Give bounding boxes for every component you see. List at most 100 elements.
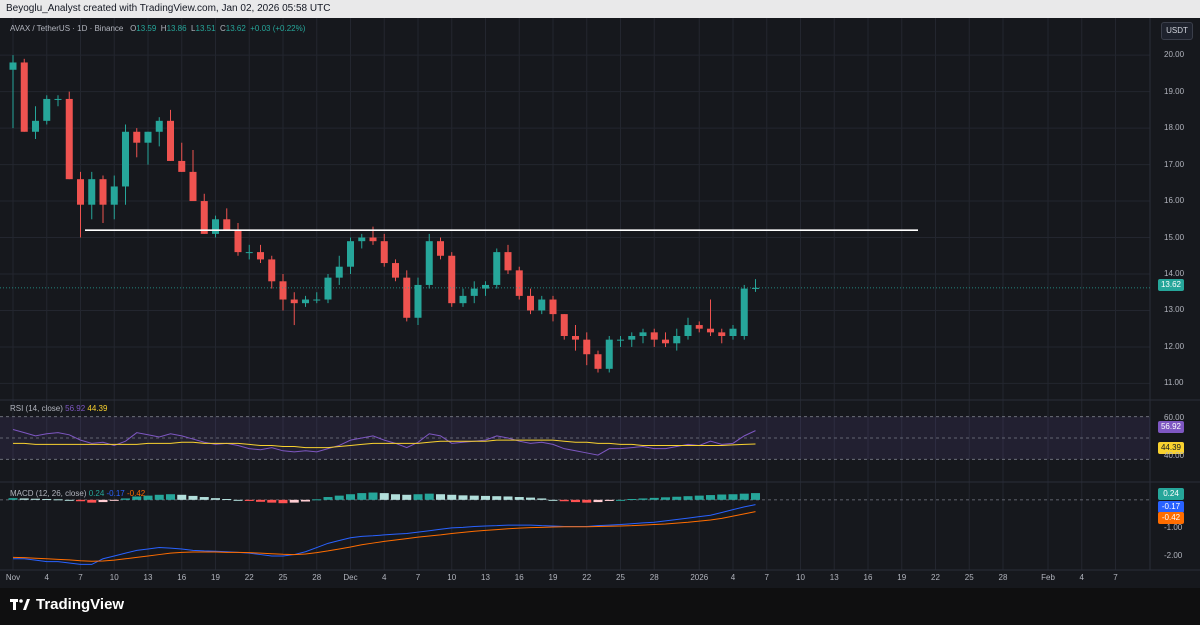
time-tick-label: 10 [447,573,457,582]
candle-bearish [99,179,107,205]
candle-bearish [515,270,523,296]
macd-histogram-bar [188,495,198,500]
price-tick-label: 18.00 [1164,123,1185,133]
price-tick-label: 17.00 [1164,159,1185,169]
candle-bullish [414,284,422,318]
candle-bullish [605,339,613,369]
candle-bearish [650,332,658,340]
macd-histogram-bar [503,496,513,500]
candle-bearish [65,98,73,180]
macd-hist-tag: 0.24 [1158,488,1184,500]
macd-histogram-bar [481,495,490,500]
macd-axis-minus1: -1.00 [1164,523,1183,532]
macd-histogram-bar [627,498,637,500]
candle-bearish [594,354,602,369]
candle-bearish [133,131,141,143]
time-tick-label: 25 [964,573,974,582]
rsi-value: 56.92 [65,404,86,413]
candle-bearish [392,263,399,278]
macd-histogram-bar [548,499,558,501]
last-price-tag: 13.62 [1158,279,1184,291]
macd-histogram-bar [402,494,412,500]
macd-histogram-bar [638,498,648,500]
candle-bullish [729,328,737,336]
candle-bearish [268,259,276,282]
macd-histogram-bar [728,494,738,500]
candle-bearish [504,252,512,271]
candle-bearish [279,281,287,300]
rsi-axis-40: 40.00 [1164,451,1185,460]
candle-bearish [583,339,591,355]
currency-button[interactable]: USDT [1161,22,1193,40]
macd-histogram-bar [672,496,682,500]
candle-bullish [740,288,748,336]
macd-histogram-bar [256,499,265,502]
candle-bearish [369,237,377,242]
macd-histogram-bar [526,497,535,500]
time-tick-label: 22 [582,573,592,582]
macd-histogram-bar [379,493,389,500]
macd-histogram-bar [537,498,547,500]
macd-histogram-bar [661,497,670,500]
macd-histogram-bar [706,495,715,500]
candle-bullish [617,339,624,341]
macd-histogram-bar [649,497,659,500]
macd-histogram-bar [514,497,524,500]
time-tick-label: 10 [796,573,805,582]
rsi-ma-value: 44.39 [87,404,108,413]
macd-histogram-bar [233,499,243,501]
candle-bullish [9,62,17,70]
macd-histogram-bar [469,495,479,500]
macd-histogram-bar [357,493,367,500]
candle-bearish [257,252,264,260]
rsi-label: RSI (14, close) [10,404,63,413]
candle-bearish [549,299,557,315]
time-tick-label: 4 [382,573,387,582]
time-tick-label: 13 [143,573,153,582]
low-value: 13.51 [195,24,216,33]
tradingview-logo[interactable]: TradingView [10,596,124,613]
time-tick-label: 4 [44,573,49,582]
author-credit: Beyoglu_Analyst created with TradingView… [6,3,331,14]
time-tick-label: 10 [109,573,119,582]
macd-signal-value: -0.42 [126,489,146,498]
symbol-legend: AVAX / TetherUS · 1D · Binance O13.59 H1… [10,24,305,33]
chart-area[interactable]: AVAX / TetherUS · 1D · Binance O13.59 H1… [0,18,1200,588]
time-tick-label: 16 [863,573,873,582]
footer-bar: TradingView [0,588,1200,625]
candle-bullish [110,186,118,205]
macd-histogram-bar [492,496,502,500]
macd-histogram-bar [76,499,85,502]
macd-histogram-bar [582,499,592,503]
macd-histogram-bar [391,494,400,500]
candle-bullish [470,288,478,296]
chart-canvas[interactable] [0,18,1200,588]
macd-label: MACD (12, 26, close) [10,489,87,498]
open-value: 13.59 [136,24,157,33]
candle-bearish [448,255,456,304]
time-tick-label: 4 [1079,573,1084,582]
candle-bearish [200,201,208,234]
candle-bullish [358,237,366,242]
macd-histogram-bar [278,499,288,504]
macd-hist-value: 0.24 [88,489,105,498]
candle-bearish [527,295,534,311]
price-tick-label: 15.00 [1164,232,1185,242]
macd-histogram-bar [593,499,603,503]
macd-histogram-bar [301,499,310,502]
macd-histogram-bar [267,499,277,503]
time-tick-label: 7 [78,573,83,582]
macd-histogram-bar [312,499,322,501]
author-credit-bar: Beyoglu_Analyst created with TradingView… [0,0,1200,18]
candle-bullish [302,299,309,304]
macd-histogram-bar [436,494,445,500]
candle-bullish [122,131,129,187]
macd-histogram-bar [751,493,760,500]
change-value: +0.03 (+0.22%) [250,24,306,33]
price-tick-label: 13.00 [1164,305,1185,315]
time-tick-label: Feb [1041,573,1055,582]
macd-histogram-bar [211,498,220,500]
price-tick-label: 16.00 [1164,196,1185,206]
price-tick-label: 20.00 [1164,50,1185,60]
time-tick-label: Nov [5,573,21,582]
